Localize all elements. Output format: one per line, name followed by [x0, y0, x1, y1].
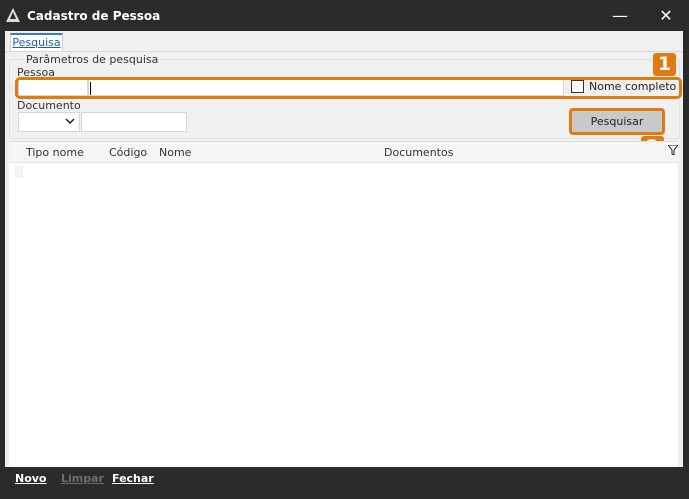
grid-header: Tipo nome Código Nome Documentos: [9, 141, 678, 163]
limpar-button[interactable]: Limpar: [61, 472, 104, 485]
app-logo-icon: [6, 8, 20, 22]
chevron-down-icon: [65, 118, 75, 125]
column-header-documentos[interactable]: Documentos: [384, 146, 453, 159]
search-button-label: Pesquisar: [590, 115, 644, 128]
novo-button[interactable]: Novo: [15, 472, 47, 485]
window-title: Cadastro de Pessoa: [27, 9, 161, 23]
filter-icon[interactable]: [668, 145, 678, 155]
documento-type-select[interactable]: [18, 112, 80, 132]
search-button[interactable]: Pesquisar: [569, 108, 665, 135]
tab-divider: [5, 51, 683, 52]
client-area: Pesquisa Parâmetros de pesquisa Pessoa N…: [5, 31, 683, 468]
app-window: Cadastro de Pessoa — ✕ Pesquisa Parâmetr…: [0, 0, 689, 499]
documento-input[interactable]: [81, 112, 187, 132]
tab-pesquisa[interactable]: Pesquisa: [10, 33, 63, 52]
minimize-icon: —: [612, 6, 628, 25]
column-header-nome[interactable]: Nome: [159, 146, 191, 159]
row-indicator: [15, 166, 23, 178]
fechar-button[interactable]: Fechar: [112, 472, 154, 485]
close-button[interactable]: ✕: [643, 0, 689, 31]
title-bar: Cadastro de Pessoa — ✕: [0, 0, 689, 31]
search-params-label: Parâmetros de pesquisa: [24, 53, 161, 66]
minimize-button[interactable]: —: [597, 0, 643, 31]
annotation-badge-1: 1: [653, 53, 676, 76]
documento-label: Documento: [17, 99, 81, 112]
annotation-highlight-1: [15, 77, 682, 99]
column-header-tipo-nome[interactable]: Tipo nome: [26, 146, 84, 159]
bottom-action-bar: Novo Limpar Fechar: [5, 467, 683, 493]
column-header-codigo[interactable]: Código: [109, 146, 147, 159]
results-grid[interactable]: [9, 162, 678, 468]
close-icon: ✕: [659, 6, 673, 25]
